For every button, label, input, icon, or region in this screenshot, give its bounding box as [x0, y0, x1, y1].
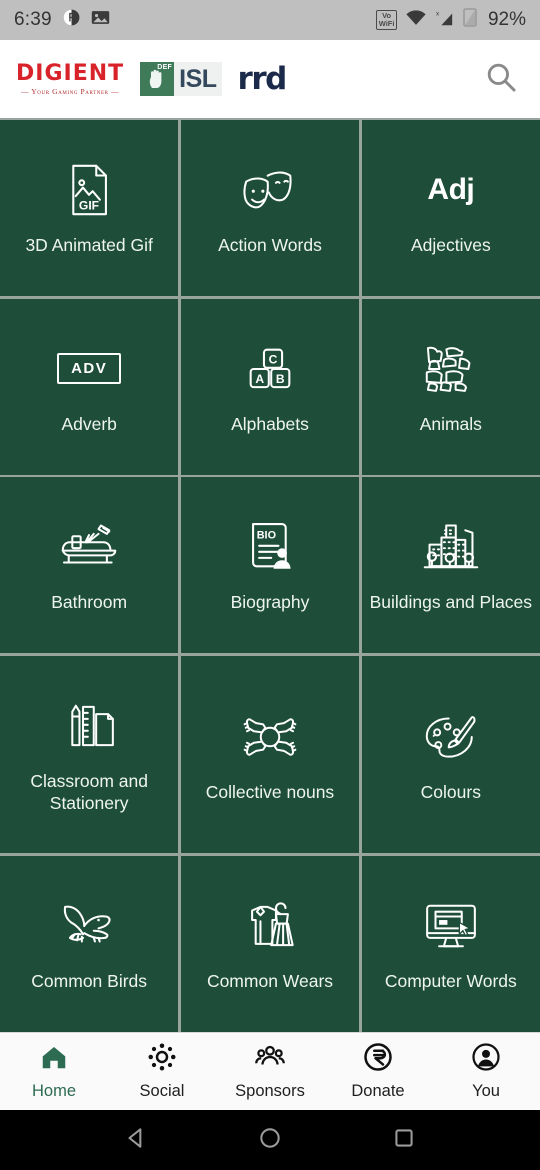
- nav-item-label: Donate: [351, 1082, 405, 1100]
- theater-masks-icon: [239, 159, 301, 221]
- signal-no-service-icon: x: [435, 9, 455, 32]
- grid-tile-label: Adverb: [61, 413, 117, 434]
- grid-tile-3d-animated-gif[interactable]: GIF 3D Animated Gif: [0, 120, 179, 297]
- svg-text:x: x: [436, 10, 440, 17]
- adj-text-icon-text: Adj: [427, 173, 475, 207]
- digient-logo: DIGIENT — Your Gaming Partner —: [16, 60, 125, 96]
- nav-item-label: You: [472, 1082, 500, 1100]
- social-network-icon: [147, 1042, 177, 1077]
- vowifi-icon: Vo WiFi: [376, 10, 397, 30]
- cityscape-icon: [420, 516, 482, 578]
- grid-tile-common-birds[interactable]: Common Birds: [0, 855, 179, 1032]
- bottom-navigation: Home Social Sponsors Donate You: [0, 1032, 540, 1110]
- grid-tile-label: Classroom and Stationery: [30, 770, 149, 813]
- status-bar: 6:39 Vo WiFi x 92%: [0, 0, 540, 40]
- pencil-ruler-paper-icon: [58, 695, 120, 757]
- wifi-icon: [405, 9, 427, 31]
- search-icon[interactable]: [478, 54, 524, 105]
- svg-text:GIF: GIF: [79, 198, 99, 212]
- desktop-monitor-icon: [420, 895, 482, 957]
- grid-tile-common-wears[interactable]: Common Wears: [180, 855, 360, 1032]
- alphabet-blocks-icon: C A B: [241, 338, 299, 400]
- grid-tile-label: Collective nouns: [205, 781, 335, 802]
- status-bar-right: Vo WiFi x 92%: [376, 8, 526, 32]
- digient-name: DIGIENT: [16, 60, 125, 86]
- digient-tagline: — Your Gaming Partner —: [20, 86, 120, 96]
- isl-def-label: DEF: [157, 64, 173, 71]
- grid-tile-label: Action Words: [218, 235, 322, 256]
- svg-text:C: C: [269, 352, 278, 366]
- grid-tile-alphabets[interactable]: C A B Alphabets: [180, 298, 360, 475]
- grid-tile-colours[interactable]: Colours: [361, 655, 540, 854]
- category-grid: GIF 3D Animated Gif Action Words Adj Adjec…: [0, 118, 540, 1032]
- status-time: 6:39: [14, 9, 52, 30]
- grid-tile-label: Adjectives: [410, 235, 491, 256]
- gif-file-icon: GIF: [60, 159, 118, 221]
- grid-tile-label: Common Birds: [31, 971, 148, 992]
- nav-item-donate[interactable]: Donate: [324, 1042, 432, 1101]
- isl-logo: DEF ISL: [140, 62, 222, 96]
- nav-item-home[interactable]: Home: [0, 1042, 108, 1101]
- nav-item-label: Home: [31, 1082, 76, 1100]
- do-not-disturb-icon: [62, 8, 81, 32]
- flying-bird-icon: [58, 895, 120, 957]
- back-triangle-icon[interactable]: [123, 1125, 149, 1156]
- grid-tile-label: Alphabets: [231, 413, 309, 434]
- home-circle-icon[interactable]: [257, 1125, 283, 1156]
- grid-tile-computer-words[interactable]: Computer Words: [361, 855, 540, 1032]
- rupee-donate-icon: [363, 1042, 393, 1077]
- recents-square-icon[interactable]: [391, 1125, 417, 1156]
- grid-tile-label: Colours: [420, 781, 481, 802]
- rrd-logo: rrd: [237, 61, 288, 97]
- joined-hands-icon: [240, 706, 300, 768]
- grid-tile-label: Buildings and Places: [369, 592, 533, 613]
- svg-text:A: A: [255, 371, 264, 385]
- people-group-icon: [255, 1042, 285, 1077]
- account-avatar-icon: [471, 1042, 501, 1077]
- grid-tile-label: Animals: [419, 413, 482, 434]
- svg-text:B: B: [276, 371, 285, 385]
- adj-text-icon: Adj: [427, 159, 474, 221]
- grid-tile-adverb[interactable]: ADV Adverb: [0, 298, 179, 475]
- animals-collage-icon: [421, 338, 481, 400]
- nav-item-you[interactable]: You: [432, 1042, 540, 1101]
- home-icon: [39, 1042, 69, 1077]
- bathtub-shower-icon: [58, 516, 120, 578]
- grid-tile-label: Common Wears: [206, 971, 334, 992]
- battery-icon: [463, 8, 477, 32]
- battery-percent: 92%: [487, 9, 526, 30]
- grid-tile-collective-nouns[interactable]: Collective nouns: [180, 655, 360, 854]
- grid-tile-classroom-and-stationery[interactable]: Classroom and Stationery: [0, 655, 179, 854]
- app-header: DIGIENT — Your Gaming Partner — DEF ISL …: [0, 40, 540, 118]
- system-navigation-bar: [0, 1110, 540, 1170]
- isl-text: ISL: [174, 62, 222, 96]
- adv-boxed-text-icon: ADV: [57, 338, 122, 400]
- isl-hand-emblem: DEF: [140, 62, 175, 96]
- svg-text:BIO: BIO: [257, 530, 276, 542]
- grid-tile-label: 3D Animated Gif: [25, 235, 153, 256]
- grid-tile-label: Biography: [230, 592, 310, 613]
- grid-tile-bathroom[interactable]: Bathroom: [0, 477, 179, 654]
- grid-tile-action-words[interactable]: Action Words: [180, 120, 360, 297]
- biography-document-icon: BIO: [241, 516, 299, 578]
- nav-item-social[interactable]: Social: [108, 1042, 216, 1101]
- paint-palette-icon: [421, 706, 481, 768]
- clothing-icon: [239, 895, 301, 957]
- adv-boxed-text-icon-text: ADV: [57, 353, 122, 385]
- grid-tile-label: Computer Words: [384, 971, 517, 992]
- nav-item-label: Social: [139, 1082, 185, 1100]
- nav-item-sponsors[interactable]: Sponsors: [216, 1042, 324, 1101]
- app-root: 6:39 Vo WiFi x 92% DIGIENT — Your Gaming…: [0, 0, 540, 1170]
- image-icon: [91, 9, 110, 31]
- grid-tile-animals[interactable]: Animals: [361, 298, 540, 475]
- status-bar-left: 6:39: [14, 8, 110, 32]
- nav-item-label: Sponsors: [235, 1082, 305, 1100]
- grid-tile-label: Bathroom: [51, 592, 128, 613]
- grid-tile-adjectives[interactable]: Adj Adjectives: [361, 120, 540, 297]
- grid-tile-biography[interactable]: BIO Biography: [180, 477, 360, 654]
- grid-tile-buildings-and-places[interactable]: Buildings and Places: [361, 477, 540, 654]
